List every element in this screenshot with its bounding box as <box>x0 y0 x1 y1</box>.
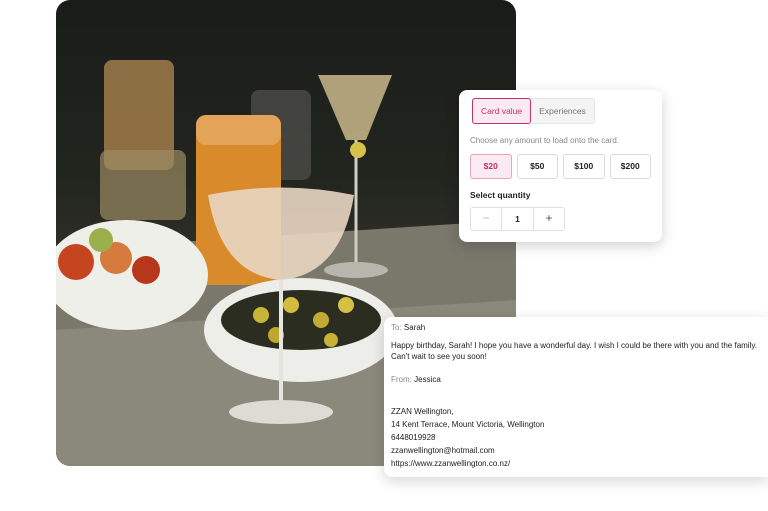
quantity-value[interactable]: 1 <box>501 208 534 230</box>
tab-card-value[interactable]: Card value <box>472 98 532 124</box>
amount-hint: Choose any amount to load onto the card. <box>470 136 619 145</box>
to-label: To: <box>391 323 402 332</box>
decrement-button[interactable]: − <box>471 208 501 230</box>
phone-number: 6448019928 <box>391 433 436 442</box>
amount-options: $20 $50 $100 $200 <box>470 154 651 179</box>
gift-message-card: To: Sarah Happy birthday, Sarah! I hope … <box>384 317 768 477</box>
email-address: zzanwellington@hotmail.com <box>391 446 495 455</box>
amount-200-button[interactable]: $200 <box>609 154 651 179</box>
quantity-label: Select quantity <box>470 190 531 200</box>
increment-button[interactable]: + <box>534 208 564 230</box>
gift-card-panel: Card value Experiences Choose any amount… <box>459 90 662 242</box>
amount-50-button[interactable]: $50 <box>516 154 558 179</box>
message-body: Happy birthday, Sarah! I hope you have a… <box>391 341 757 361</box>
tab-experiences[interactable]: Experiences <box>531 98 595 124</box>
amount-100-button[interactable]: $100 <box>563 154 605 179</box>
sender-name: Jessica <box>414 375 441 384</box>
business-address: ZZAN Wellington, 14 Kent Terrace, Mount … <box>391 405 761 470</box>
amount-20-button[interactable]: $20 <box>470 154 512 179</box>
sender-line: From: Jessica <box>391 374 761 385</box>
quantity-stepper: − 1 + <box>470 207 565 231</box>
from-label: From: <box>391 375 412 384</box>
recipient-name: Sarah <box>403 323 426 332</box>
recipient-line: To: Sarah <box>391 322 761 333</box>
street-address: 14 Kent Terrace, Mount Victoria, Welling… <box>391 420 545 429</box>
gift-card-tabs: Card value Experiences <box>472 98 651 124</box>
website-link: https://www.zzanwellington.co.nz/ <box>391 459 511 468</box>
business-name: ZZAN Wellington, <box>391 407 454 416</box>
